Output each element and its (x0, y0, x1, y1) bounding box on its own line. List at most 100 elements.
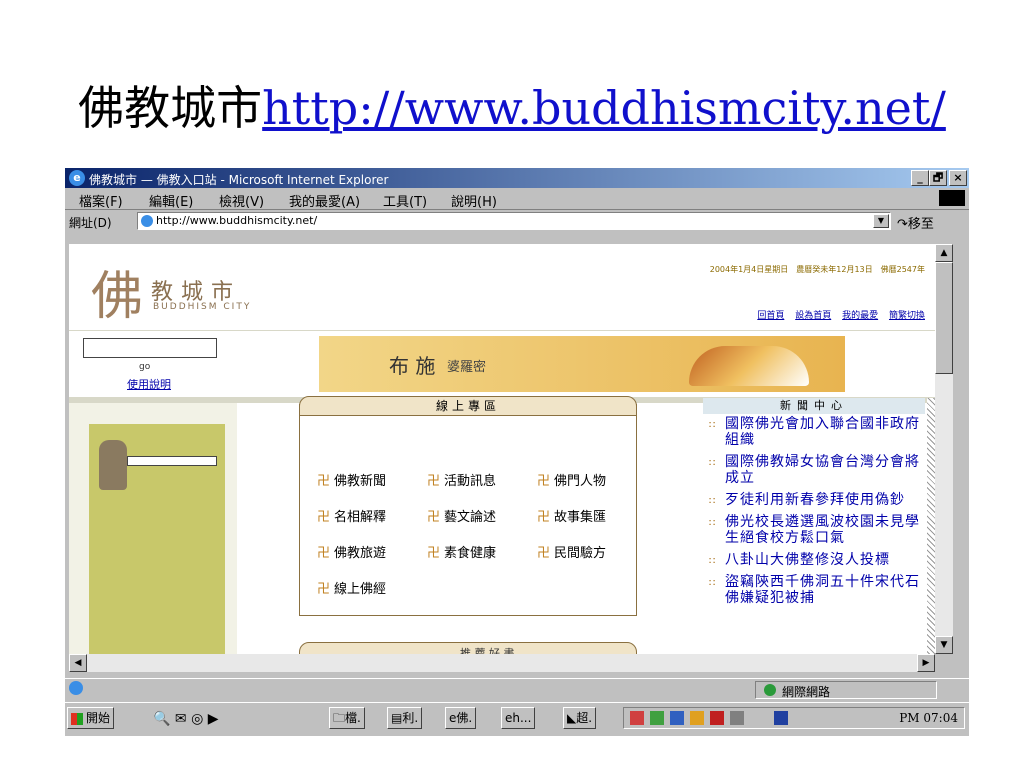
link-switch-script[interactable]: 簡繁切換 (889, 311, 925, 321)
zone-link-people[interactable]: 卍佛門人物 (537, 470, 606, 489)
input-method-icon[interactable] (774, 711, 788, 725)
status-bar: 網際網路 (65, 678, 969, 699)
swastika-icon: 卍 (317, 510, 331, 525)
zone-link-stories[interactable]: 卍故事集匯 (537, 506, 606, 525)
task-button-super[interactable]: ◣超. (563, 707, 597, 729)
scroll-stick-image (127, 456, 217, 466)
top-links: 回首頁 設為首頁 我的最愛 簡繁切換 (749, 308, 925, 321)
online-zone-title: 線上專區 (299, 396, 637, 416)
address-dropdown-icon[interactable]: ▼ (873, 214, 889, 228)
tray-icon[interactable] (730, 711, 744, 725)
windows-logo-icon (939, 190, 965, 206)
swastika-icon: 卍 (537, 474, 551, 489)
scroll-right-icon[interactable]: ▶ (917, 654, 935, 672)
swastika-icon: 卍 (427, 510, 441, 525)
folder-icon: 🗀 (333, 711, 346, 725)
news-hatch-border (927, 398, 935, 654)
news-item[interactable]: ∷ 國際佛光會加入聯合國非政府組織 (705, 416, 925, 448)
menu-favorites[interactable]: 我的最愛(A) (289, 191, 360, 210)
bullet-icon: ∷ (709, 420, 716, 431)
news-item[interactable]: ∷ 歹徒利用新春參拜使用偽鈔 (705, 492, 925, 508)
swastika-icon: 卍 (317, 546, 331, 561)
divider (69, 330, 935, 331)
zone-link-travel[interactable]: 卍佛教旅遊 (317, 542, 386, 561)
zone-link-sutras[interactable]: 卍線上佛經 (317, 578, 386, 597)
monk-figure-image (99, 440, 127, 490)
window-title: 佛教城市 — 佛教入口站 - Microsoft Internet Explor… (89, 173, 389, 187)
scroll-down-icon[interactable]: ▼ (935, 636, 953, 654)
news-center-title: 新聞中心 (703, 398, 925, 414)
zone-link-remedies[interactable]: 卍民間驗方 (537, 542, 606, 561)
task-button-doc[interactable]: ▤利. (387, 707, 423, 729)
link-home[interactable]: 回首頁 (757, 311, 784, 321)
zone-link-vegetarian[interactable]: 卍素食健康 (427, 542, 496, 561)
site-logo-en: BUDDHISM CITY (153, 302, 252, 312)
books-panel-header: 推 薦 好 書 (299, 642, 637, 654)
link-favorites[interactable]: 我的最愛 (842, 311, 878, 321)
bullet-icon: ∷ (709, 496, 716, 507)
slide-title-url[interactable]: http://www.buddhismcity.net/ (262, 81, 946, 135)
zone-link-terms[interactable]: 卍名相解釋 (317, 506, 386, 525)
tray-icon[interactable] (690, 711, 704, 725)
quick-launch-icons[interactable]: 🔍 ✉ ◎ ▶ (153, 711, 219, 727)
address-bar: 網址(D) http://www.buddhismcity.net/ ▼ ↷移至 (65, 210, 969, 232)
tray-icon[interactable] (670, 711, 684, 725)
go-button[interactable]: ↷移至 (897, 213, 934, 232)
news-item[interactable]: ∷ 盜竊陝西千佛洞五十件宋代石佛嫌疑犯被捕 (705, 574, 925, 606)
swastika-icon: 卍 (537, 510, 551, 525)
menu-edit[interactable]: 編輯(E) (149, 191, 193, 210)
start-button[interactable]: 開始 (67, 707, 115, 729)
page-viewport: 佛 教城市 BUDDHISM CITY 2004年1月4日星期日 農曆癸未年12… (69, 244, 935, 654)
task-button-explorer[interactable]: 🗀檔. (329, 707, 365, 729)
vertical-scrollbar[interactable]: ▲ ▼ (935, 244, 953, 654)
taskbar: 開始 🔍 ✉ ◎ ▶ 🗀檔. ▤利. e佛. eh... ◣超. PM 07:0… (65, 702, 969, 733)
bullet-icon: ∷ (709, 556, 716, 567)
tray-icon[interactable] (650, 711, 664, 725)
menu-file[interactable]: 檔案(F) (79, 191, 123, 210)
site-search-input[interactable] (83, 338, 217, 358)
banner-main-text: 布 施 (389, 354, 436, 378)
page-status-icon (69, 681, 83, 695)
swastika-icon: 卍 (537, 546, 551, 561)
swastika-icon: 卍 (317, 474, 331, 489)
news-item[interactable]: ∷ 八卦山大佛整修沒人投標 (705, 552, 925, 568)
zone-link-events[interactable]: 卍活動訊息 (427, 470, 496, 489)
restore-button[interactable]: 🗗 (929, 170, 947, 186)
date-line: 2004年1月4日星期日 農曆癸未年12月13日 佛曆2547年 (709, 265, 925, 274)
close-button[interactable]: × (949, 170, 967, 186)
slide-title: 佛教城市http://www.buddhismcity.net/ (0, 72, 1024, 138)
zone-link-buddhist-news[interactable]: 卍佛教新聞 (317, 470, 386, 489)
scroll-thumb[interactable] (935, 262, 953, 374)
scroll-left-icon[interactable]: ◀ (69, 654, 87, 672)
browser-window: e 佛教城市 — 佛教入口站 - Microsoft Internet Expl… (65, 168, 969, 736)
menu-tools[interactable]: 工具(T) (383, 191, 427, 210)
task-button-buddhism[interactable]: e佛. (445, 707, 477, 729)
ie-logo-icon: e (69, 170, 85, 186)
swastika-icon: 卍 (427, 474, 441, 489)
tray-icon[interactable] (630, 711, 644, 725)
horizontal-scrollbar[interactable]: ◀ ▶ (69, 654, 935, 672)
help-link[interactable]: 使用說明 (127, 376, 171, 392)
news-item[interactable]: ∷ 佛光校長遴選風波校園未見學生絕食校方鬆口氣 (705, 514, 925, 546)
address-input[interactable]: http://www.buddhismcity.net/ (137, 212, 891, 230)
banner[interactable]: 布 施 婆羅密 (319, 336, 845, 392)
menu-help[interactable]: 說明(H) (451, 191, 497, 210)
news-item[interactable]: ∷ 國際佛教婦女協會台灣分會將成立 (705, 454, 925, 486)
menu-bar: 檔案(F) 編輯(E) 檢視(V) 我的最愛(A) 工具(T) 說明(H) (65, 188, 969, 210)
link-set-home[interactable]: 設為首頁 (795, 311, 831, 321)
tray-icon[interactable] (710, 711, 724, 725)
window-titlebar: e 佛教城市 — 佛教入口站 - Microsoft Internet Expl… (65, 168, 969, 188)
system-tray: PM 07:04 (623, 707, 965, 729)
swastika-icon: 卍 (427, 546, 441, 561)
zone-link-arts[interactable]: 卍藝文論述 (427, 506, 496, 525)
scroll-up-icon[interactable]: ▲ (935, 244, 953, 262)
go-arrow-icon: ↷ (897, 217, 908, 232)
task-button-http[interactable]: eh... (501, 707, 536, 729)
minimize-button[interactable]: _ (911, 170, 929, 186)
address-label: 網址(D) (69, 216, 112, 230)
clock: PM 07:04 (899, 711, 958, 725)
menu-view[interactable]: 檢視(V) (219, 191, 264, 210)
swastika-icon: 卍 (317, 582, 331, 597)
bullet-icon: ∷ (709, 578, 716, 589)
search-go-button[interactable]: go (139, 362, 150, 372)
